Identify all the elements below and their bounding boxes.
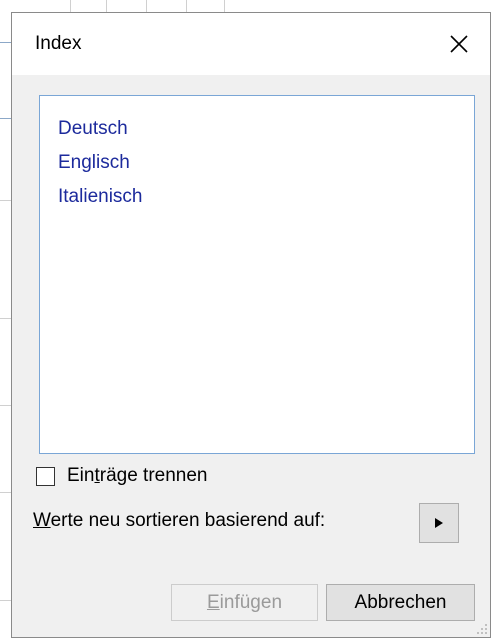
index-dialog: Index Deutsch Englisch Italienisch Eintr… xyxy=(11,12,491,638)
background-grid-line xyxy=(186,0,187,12)
close-button[interactable] xyxy=(428,13,490,75)
cancel-button[interactable]: Abbrechen xyxy=(326,584,475,621)
insert-button[interactable]: Einfügen xyxy=(171,584,318,621)
resort-menu-button[interactable] xyxy=(419,503,459,543)
triangle-right-icon xyxy=(435,518,443,528)
background-grid-line xyxy=(0,318,11,319)
background-grid-line xyxy=(146,0,147,12)
language-list[interactable]: Deutsch Englisch Italienisch xyxy=(39,95,475,454)
resize-grip-icon[interactable] xyxy=(476,623,488,635)
background-grid-line xyxy=(70,0,71,12)
background-tick xyxy=(0,118,11,119)
dialog-titlebar: Index xyxy=(12,13,490,75)
separate-entries-checkbox[interactable] xyxy=(36,466,55,486)
close-icon xyxy=(450,35,468,53)
dialog-title: Index xyxy=(35,33,82,54)
background-grid-line xyxy=(0,492,11,493)
background-tick xyxy=(0,42,11,43)
list-item-englisch[interactable]: Englisch xyxy=(58,152,130,174)
separate-entries-row[interactable]: Einträge trennen xyxy=(36,465,208,487)
background-grid-line xyxy=(0,200,11,201)
background-grid-line xyxy=(0,405,11,406)
background-grid-line xyxy=(224,0,225,12)
background-grid-line xyxy=(0,600,11,601)
background-grid-line xyxy=(106,0,107,12)
list-item-italienisch[interactable]: Italienisch xyxy=(58,186,143,208)
resort-label: Werte neu sortieren basierend auf: xyxy=(33,510,326,531)
list-item-deutsch[interactable]: Deutsch xyxy=(58,118,128,140)
separate-entries-label: Einträge trennen xyxy=(67,465,208,486)
